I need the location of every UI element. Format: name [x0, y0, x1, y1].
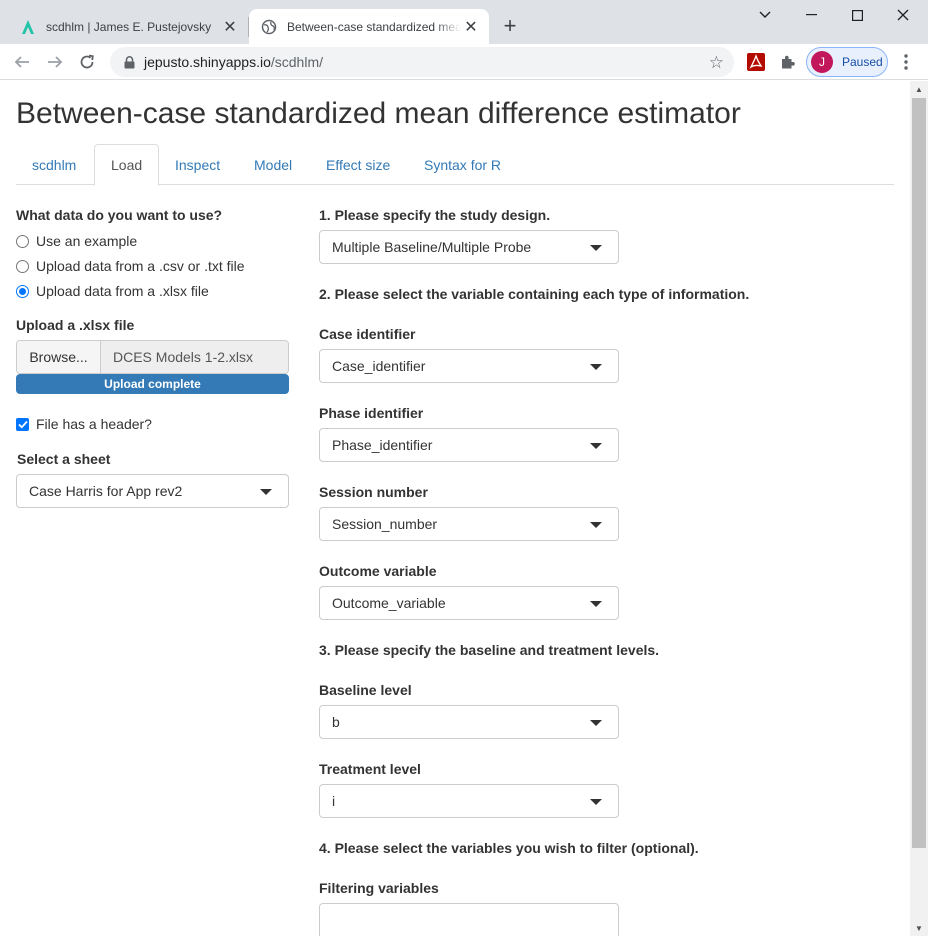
caret-down-icon: [590, 720, 602, 726]
select-value: b: [332, 714, 340, 730]
browser-tab-estimator[interactable]: Between-case standardized mean differenc…: [249, 9, 489, 44]
file-name-field[interactable]: DCES Models 1-2.xlsx: [101, 341, 288, 373]
tab-effect-size[interactable]: Effect size: [310, 144, 406, 185]
globe-icon: [261, 19, 277, 35]
header-checkbox[interactable]: [16, 417, 29, 431]
tab-scdhlm[interactable]: scdhlm: [16, 144, 92, 185]
tab-load[interactable]: Load: [94, 144, 160, 186]
scroll-up-arrow-icon[interactable]: ▲: [910, 81, 928, 97]
select-value: Phase_identifier: [332, 437, 433, 453]
radio-label: Use an example: [36, 233, 138, 249]
caret-down-icon: [590, 522, 602, 528]
step4-heading: 4. Please select the variables you wish …: [319, 840, 699, 856]
header-checkbox-row[interactable]: File has a header?: [16, 416, 152, 432]
page-viewport: Between-case standardized mean differenc…: [0, 81, 910, 936]
page-scrollbar[interactable]: ▲ ▼: [910, 81, 928, 936]
session-select[interactable]: Session_number: [319, 507, 619, 541]
scdhlm-favicon-icon: [20, 19, 36, 35]
step1-heading: 1. Please specify the study design.: [319, 207, 551, 223]
caret-down-icon: [590, 245, 602, 251]
tab-model[interactable]: Model: [238, 144, 308, 185]
treatment-label: Treatment level: [319, 761, 421, 777]
radio-upload-xlsx[interactable]: Upload data from a .xlsx file: [16, 283, 209, 299]
caret-down-icon: [590, 364, 602, 370]
session-label: Session number: [319, 484, 428, 500]
radio-button-selected[interactable]: [16, 284, 29, 298]
case-select[interactable]: Case_identifier: [319, 349, 619, 383]
back-arrow-icon[interactable]: [10, 50, 34, 74]
checkbox-label: File has a header?: [36, 416, 152, 432]
tab-title: Between-case standardized mean differenc…: [287, 19, 461, 34]
step3-heading: 3. Please specify the baseline and treat…: [319, 642, 660, 658]
avatar: J: [811, 51, 833, 73]
sheet-select[interactable]: Case Harris for App rev2: [16, 474, 289, 508]
new-tab-icon[interactable]: +: [498, 13, 522, 38]
select-value: Multiple Baseline/Multiple Probe: [332, 239, 532, 255]
browser-toolbar: jepusto.shinyapps.io/scdhlm/ ☆ J Paused: [0, 44, 928, 80]
tab-title: scdhlm | James E. Pustejovsky: [46, 19, 212, 34]
app-nav-tabs: scdhlm Load Inspect Model Effect size Sy…: [16, 144, 894, 186]
lock-icon: [122, 55, 136, 69]
browser-tabstrip: scdhlm | James E. Pustejovsky ✕ Between-…: [0, 0, 928, 44]
outcome-select[interactable]: Outcome_variable: [319, 586, 619, 620]
url-path: /scdhlm/: [270, 54, 323, 70]
select-value: i: [332, 793, 336, 809]
reload-icon[interactable]: [75, 50, 99, 74]
phase-label: Phase identifier: [319, 405, 424, 421]
kebab-menu-icon[interactable]: [896, 52, 916, 72]
caret-down-icon: [260, 489, 272, 495]
select-value: Case Harris for App rev2: [29, 483, 183, 499]
sheet-label: Select a sheet: [17, 451, 111, 467]
baseline-label: Baseline level: [319, 682, 412, 698]
scrollbar-thumb[interactable]: [912, 98, 926, 848]
address-bar[interactable]: jepusto.shinyapps.io/scdhlm/ ☆: [110, 47, 734, 77]
caret-down-icon: [590, 601, 602, 607]
radio-use-example[interactable]: Use an example: [16, 233, 137, 249]
upload-progress-bar: Upload complete: [16, 374, 289, 394]
browser-tab-scdhlm[interactable]: scdhlm | James E. Pustejovsky ✕: [8, 9, 248, 44]
bookmark-star-icon[interactable]: ☆: [709, 53, 724, 73]
checkmark-icon: [17, 420, 28, 428]
case-label: Case identifier: [319, 326, 416, 342]
chevron-down-icon[interactable]: [742, 0, 788, 30]
filter-label: Filtering variables: [319, 880, 439, 896]
window-close-icon[interactable]: [880, 0, 926, 30]
forward-arrow-icon[interactable]: [43, 50, 67, 74]
browse-button[interactable]: Browse...: [17, 341, 101, 373]
radio-button[interactable]: [16, 234, 29, 248]
treatment-select[interactable]: i: [319, 784, 619, 818]
radio-upload-csv[interactable]: Upload data from a .csv or .txt file: [16, 258, 245, 274]
scroll-down-arrow-icon[interactable]: ▼: [910, 920, 928, 936]
url-text: jepusto.shinyapps.io/scdhlm/: [144, 54, 323, 70]
close-icon[interactable]: ✕: [220, 17, 240, 37]
profile-button[interactable]: J Paused: [806, 47, 888, 77]
page-title: Between-case standardized mean differenc…: [16, 97, 741, 130]
tab-inspect[interactable]: Inspect: [159, 144, 236, 185]
select-value: Session_number: [332, 516, 438, 532]
data-source-label: What data do you want to use?: [16, 207, 223, 223]
caret-down-icon: [590, 443, 602, 449]
url-host: jepusto.shinyapps.io: [144, 54, 271, 70]
pdf-extension-icon[interactable]: [746, 52, 766, 72]
radio-label: Upload data from a .csv or .txt file: [36, 258, 245, 274]
minimize-icon[interactable]: [788, 0, 834, 30]
extensions-puzzle-icon[interactable]: [778, 52, 798, 72]
phase-select[interactable]: Phase_identifier: [319, 428, 619, 462]
upload-label: Upload a .xlsx file: [16, 317, 135, 333]
radio-label: Upload data from a .xlsx file: [36, 283, 209, 299]
select-value: Outcome_variable: [332, 595, 446, 611]
select-value: Case_identifier: [332, 358, 426, 374]
radio-button[interactable]: [16, 259, 29, 273]
profile-status: Paused: [842, 55, 883, 69]
tab-syntax-for-r[interactable]: Syntax for R: [408, 144, 517, 185]
file-input[interactable]: Browse... DCES Models 1-2.xlsx: [16, 340, 289, 374]
outcome-label: Outcome variable: [319, 563, 437, 579]
filter-variables-input[interactable]: [319, 903, 619, 936]
caret-down-icon: [590, 799, 602, 805]
design-select[interactable]: Multiple Baseline/Multiple Probe: [319, 230, 619, 264]
baseline-select[interactable]: b: [319, 705, 619, 739]
maximize-icon[interactable]: [834, 0, 880, 30]
close-icon[interactable]: ✕: [461, 17, 481, 37]
step2-heading: 2. Please select the variable containing…: [319, 286, 750, 302]
